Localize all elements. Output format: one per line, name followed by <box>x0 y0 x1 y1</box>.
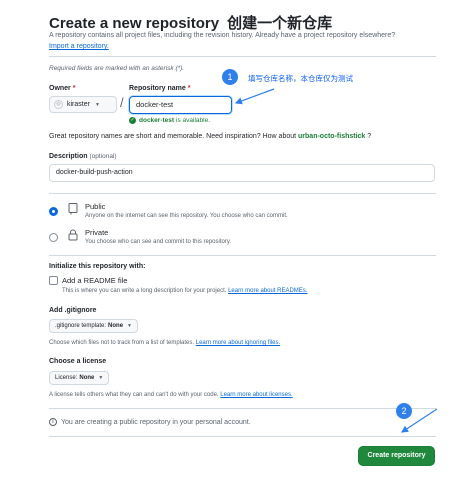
repo-public-icon <box>68 203 78 215</box>
divider <box>49 255 436 256</box>
readme-label[interactable]: Add a README file <box>62 276 127 285</box>
chevron-down-icon: ▼ <box>98 375 104 381</box>
name-inspiration: Great repository names are short and mem… <box>49 133 372 140</box>
availability-status: ✓ docker-test is available. <box>129 117 211 124</box>
repo-name-input[interactable]: docker-test <box>129 96 232 114</box>
readme-learn-link[interactable]: Learn more about READMEs. <box>228 288 307 294</box>
divider <box>49 408 436 409</box>
suggestion-link[interactable]: urban-octo-fishstick <box>298 133 365 140</box>
annotation-step-1: 1 <box>222 69 238 85</box>
check-circle-icon: ✓ <box>129 117 136 124</box>
chevron-down-icon: ▼ <box>127 323 132 329</box>
public-radio[interactable] <box>49 207 58 216</box>
gitignore-select[interactable]: .gitignore template: None ▼ <box>49 319 138 333</box>
owner-value: kiraster <box>67 101 90 108</box>
license-select[interactable]: License: None ▼ <box>49 371 110 385</box>
owner-select[interactable]: ◎ kiraster ▼ <box>49 96 117 113</box>
chevron-down-icon: ▼ <box>94 101 100 108</box>
page-title: Create a new repository 创建一个新仓库 <box>49 15 333 32</box>
gitignore-label: Add .gitignore <box>49 307 97 314</box>
private-label: Private <box>85 228 109 237</box>
gitignore-learn-link[interactable]: Learn more about ignoring files. <box>196 340 280 346</box>
private-radio[interactable] <box>49 233 58 242</box>
owner-label: Owner * <box>49 85 76 92</box>
divider <box>49 436 436 437</box>
readme-help: This is where you can write a long descr… <box>62 288 308 294</box>
license-learn-link[interactable]: Learn more about licenses. <box>220 392 292 398</box>
private-desc: You choose who can see and commit to thi… <box>85 239 232 245</box>
public-label: Public <box>85 202 106 211</box>
public-desc: Anyone on the internet can see this repo… <box>85 213 288 219</box>
initialize-label: Initialize this repository with: <box>49 263 146 270</box>
create-repository-button[interactable]: Create repository <box>358 446 435 466</box>
avatar: ◎ <box>54 100 63 109</box>
license-label: Choose a license <box>49 358 107 365</box>
visibility-info: i You are creating a public repository i… <box>49 418 251 426</box>
page-subtitle: A repository contains all project files,… <box>49 32 396 39</box>
import-repository-link[interactable]: Import a repository. <box>49 43 109 50</box>
lock-icon <box>68 229 78 241</box>
divider <box>49 56 436 57</box>
divider <box>49 193 436 194</box>
owner-repo-separator: / <box>120 95 124 110</box>
annotation-step-1-text: 填写仓库名称，本仓库仅为测试 <box>248 74 353 83</box>
readme-checkbox[interactable] <box>49 276 58 285</box>
annotation-arrow-1 <box>234 88 275 105</box>
info-icon: i <box>49 418 57 426</box>
description-input[interactable]: docker-build-push-action <box>49 164 435 182</box>
required-note: Required fields are marked with an aster… <box>49 65 185 72</box>
repo-name-label: Repository name * <box>129 85 191 92</box>
description-label: Description (optional) <box>49 153 117 160</box>
annotation-step-2: 2 <box>396 403 412 419</box>
license-help: A license tells others what they can and… <box>49 392 293 398</box>
gitignore-help: Choose which files not to track from a l… <box>49 340 281 346</box>
